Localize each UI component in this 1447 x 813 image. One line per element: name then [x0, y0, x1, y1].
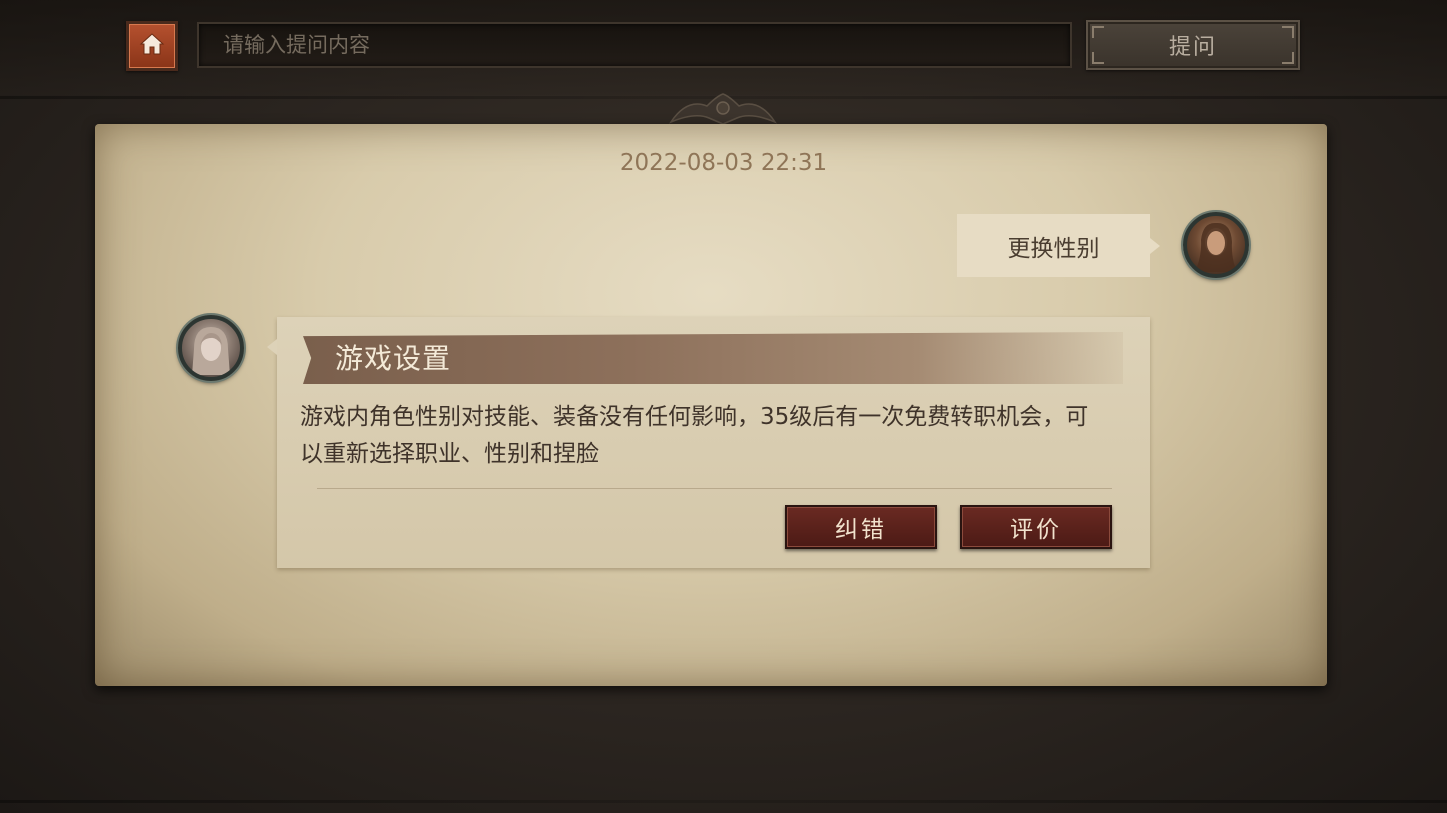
home-icon: [139, 32, 165, 60]
corner-ornament: [1092, 52, 1104, 64]
ask-button[interactable]: 提问: [1086, 20, 1300, 70]
home-button[interactable]: [126, 21, 178, 71]
corner-ornament: [1282, 26, 1294, 38]
crest-ornament: [669, 93, 777, 125]
answer-divider: [317, 488, 1112, 489]
user-portrait-icon: [1195, 222, 1237, 272]
correct-button-label: 纠错: [835, 517, 887, 543]
user-message-text: 更换性别: [1007, 235, 1100, 262]
user-message-bubble: 更换性别: [957, 214, 1160, 277]
ask-button-label: 提问: [1168, 35, 1217, 60]
answer-card: 游戏设置 游戏内角色性别对技能、装备没有任何影响，35级后有一次免费转职机会，可…: [267, 317, 1150, 568]
rate-button-label: 评价: [1010, 517, 1062, 543]
search-input[interactable]: [199, 24, 1070, 66]
corner-ornament: [1092, 26, 1104, 38]
assistant-portrait-icon: [192, 327, 230, 375]
search-field[interactable]: [197, 22, 1072, 68]
corner-ornament: [1282, 52, 1294, 64]
rate-button[interactable]: 评价: [960, 505, 1112, 549]
answer-title: 游戏设置: [335, 342, 452, 375]
correct-button[interactable]: 纠错: [785, 505, 937, 549]
assistant-avatar: [178, 315, 244, 381]
user-avatar: [1183, 212, 1249, 278]
message-timestamp: 2022-08-03 22:31: [619, 150, 828, 176]
plank-divider: [0, 800, 1447, 803]
answer-body: 游戏内角色性别对技能、装备没有任何影响，35级后有一次免费转职机会，可以重新选择…: [300, 404, 1089, 467]
